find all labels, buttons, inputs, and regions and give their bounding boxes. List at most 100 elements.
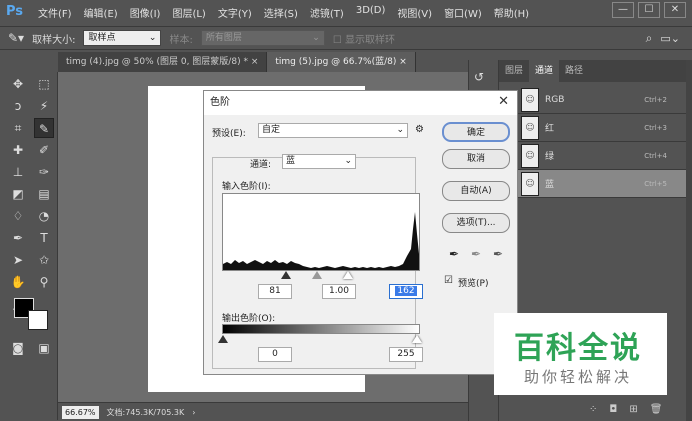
black-eyedropper-icon[interactable]: ✒ [449, 247, 459, 261]
trash-icon[interactable]: 🗑 [650, 404, 663, 415]
tab-paths[interactable]: 路径 [559, 60, 589, 82]
panel-scrollbar[interactable] [686, 60, 692, 421]
histogram-graph [223, 212, 419, 270]
history-brush-tool-icon[interactable]: ✑ [34, 162, 54, 182]
input-black-field[interactable]: 81 [258, 284, 292, 299]
menu-filter[interactable]: 滤镜(T) [310, 5, 344, 20]
background-color-swatch[interactable] [28, 310, 48, 330]
sample-label: 样本: [169, 34, 193, 46]
channel-row-rgb[interactable]: ☺ RGB Ctrl+2 [499, 86, 687, 114]
zoom-level[interactable]: 66.67% [62, 405, 99, 419]
sample-select[interactable]: 所有图层 ⌄ [200, 30, 325, 46]
close-button[interactable]: ✕ [664, 2, 686, 18]
eraser-tool-icon[interactable]: ◩ [8, 184, 28, 204]
dodge-tool-icon[interactable]: ◔ [34, 206, 54, 226]
tab-layers[interactable]: 图层 [499, 60, 529, 82]
tab-timg4[interactable]: timg (4).jpg @ 50% (图层 0, 图层蒙版/8) * × [58, 52, 268, 72]
watermark-title: 百科全说 [514, 331, 642, 366]
preset-gear-icon[interactable]: ⚙ [415, 124, 424, 135]
channel-row-blue[interactable]: ☺ 蓝 Ctrl+5 [499, 170, 687, 198]
eyedropper-tool-icon[interactable]: ✎ [34, 118, 54, 138]
tab-timg5[interactable]: timg (5).jpg @ 66.7%(蓝/8) × [267, 52, 416, 72]
menu-image[interactable]: 图像(I) [130, 5, 161, 20]
input-white-slider[interactable] [343, 271, 353, 279]
quick-mask-icon[interactable]: ◙ [8, 338, 28, 358]
channel-row-green[interactable]: ☺ 绿 Ctrl+4 [499, 142, 687, 170]
hand-tool-icon[interactable]: ✋ [8, 272, 28, 292]
path-select-tool-icon[interactable]: ➤ [8, 250, 28, 270]
lasso-tool-icon[interactable]: ↄ [8, 96, 28, 116]
crop-tool-icon[interactable]: ⌗ [8, 118, 28, 138]
menu-view[interactable]: 视图(V) [397, 5, 432, 20]
ok-button[interactable]: 确定 [442, 122, 510, 142]
healing-tool-icon[interactable]: ✚ [8, 140, 28, 160]
output-black-slider[interactable] [218, 335, 228, 343]
restore-button[interactable]: ☐ [638, 2, 660, 18]
menu-select[interactable]: 选择(S) [264, 5, 298, 20]
menu-type[interactable]: 文字(Y) [218, 5, 252, 20]
channel-row-red[interactable]: ☺ 红 Ctrl+3 [499, 114, 687, 142]
menu-3d[interactable]: 3D(D) [356, 5, 386, 20]
input-levels-label: 输入色阶(I): [222, 182, 271, 192]
menu-edit[interactable]: 编辑(E) [84, 5, 118, 20]
input-gray-field[interactable]: 1.00 [322, 284, 356, 299]
blur-tool-icon[interactable]: ♢ [8, 206, 28, 226]
cancel-button[interactable]: 取消 [442, 149, 510, 169]
levels-dialog: 色阶 ✕ 预设(E): 自定 ⌄ ⚙ 通道: 蓝 ⌄ 输入色阶(I): 81 1.0… [203, 90, 518, 375]
tab-close-icon[interactable]: × [399, 57, 407, 67]
menu-help[interactable]: 帮助(H) [494, 5, 529, 20]
channel-thumbnail: ☺ [521, 87, 539, 112]
preview-checkbox[interactable]: ☑ [444, 275, 453, 286]
tab-channels[interactable]: 通道 [529, 60, 560, 82]
options-bar: ✎▾ 取样大小: 取样点 ⌄ 样本: 所有图层 ⌄ ☐ 显示取样环 ⌕ ▭⌄ [0, 26, 692, 50]
doc-size: 文档:745.3K/705.3K [106, 407, 185, 417]
main-menu: 文件(F) 编辑(E) 图像(I) 图层(L) 文字(Y) 选择(S) 滤镜(T… [38, 5, 529, 20]
pen-tool-icon[interactable]: ✒ [8, 228, 28, 248]
output-black-field[interactable]: 0 [258, 347, 292, 362]
tab-close-icon[interactable]: × [251, 57, 259, 67]
status-bar: 66.67% 文档:745.3K/705.3K › [58, 402, 468, 421]
toolbox: ✥ ⬚ ↄ ⚡ ⌗ ✎ ✚ ✐ ⊥ ✑ ◩ ▤ ♢ ◔ ✒ T ➤ ✩ ✋ ⚲ … [0, 72, 58, 420]
save-selection-icon[interactable]: ◘ [609, 404, 617, 415]
gray-eyedropper-icon[interactable]: ✒ [471, 247, 481, 261]
input-black-slider[interactable] [281, 271, 291, 279]
white-eyedropper-icon[interactable]: ✒ [493, 247, 503, 261]
eyedropper-tool-icon[interactable]: ✎▾ [8, 31, 24, 45]
channel-thumbnail: ☺ [521, 115, 539, 140]
brush-tool-icon[interactable]: ✐ [34, 140, 54, 160]
load-selection-icon[interactable]: ⁘ [589, 404, 597, 415]
menu-bar: Ps 文件(F) 编辑(E) 图像(I) 图层(L) 文字(Y) 选择(S) 滤… [0, 0, 692, 24]
panel-tabs: 图层 通道 路径 [499, 60, 686, 82]
close-icon[interactable]: ✕ [498, 94, 509, 109]
channel-thumbnail: ☺ [521, 143, 539, 168]
magic-wand-tool-icon[interactable]: ⚡ [34, 96, 54, 116]
workspace-icon[interactable]: ▭⌄ [660, 32, 680, 45]
chevron-right-icon[interactable]: › [192, 408, 195, 417]
history-panel-icon[interactable]: ↺ [474, 70, 484, 84]
zoom-tool-icon[interactable]: ⚲ [34, 272, 54, 292]
stamp-tool-icon[interactable]: ⊥ [8, 162, 28, 182]
options-button[interactable]: 选项(T)... [442, 213, 510, 233]
preset-select[interactable]: 自定 ⌄ [258, 123, 408, 138]
minimize-button[interactable]: — [612, 2, 634, 18]
move-tool-icon[interactable]: ✥ [8, 74, 28, 94]
screen-mode-icon[interactable]: ▣ [34, 338, 54, 358]
sample-size-select[interactable]: 取样点 ⌄ [83, 30, 162, 46]
menu-window[interactable]: 窗口(W) [444, 5, 482, 20]
marquee-tool-icon[interactable]: ⬚ [34, 74, 54, 94]
input-white-field[interactable]: 162 [389, 284, 423, 299]
auto-button[interactable]: 自动(A) [442, 181, 510, 201]
show-ring-checkbox[interactable]: ☐ 显示取样环 [333, 31, 395, 46]
menu-file[interactable]: 文件(F) [38, 5, 72, 20]
input-gray-slider[interactable] [312, 271, 322, 279]
type-tool-icon[interactable]: T [34, 228, 54, 248]
gradient-tool-icon[interactable]: ▤ [34, 184, 54, 204]
search-icon[interactable]: ⌕ [646, 31, 653, 46]
output-white-slider[interactable] [412, 335, 422, 343]
channel-select[interactable]: 蓝 ⌄ [282, 154, 356, 169]
output-white-field[interactable]: 255 [389, 347, 423, 362]
shape-tool-icon[interactable]: ✩ [34, 250, 54, 270]
menu-layer[interactable]: 图层(L) [172, 5, 205, 20]
new-channel-icon[interactable]: ⊞ [629, 404, 637, 415]
photoshop-logo: Ps [6, 4, 24, 19]
